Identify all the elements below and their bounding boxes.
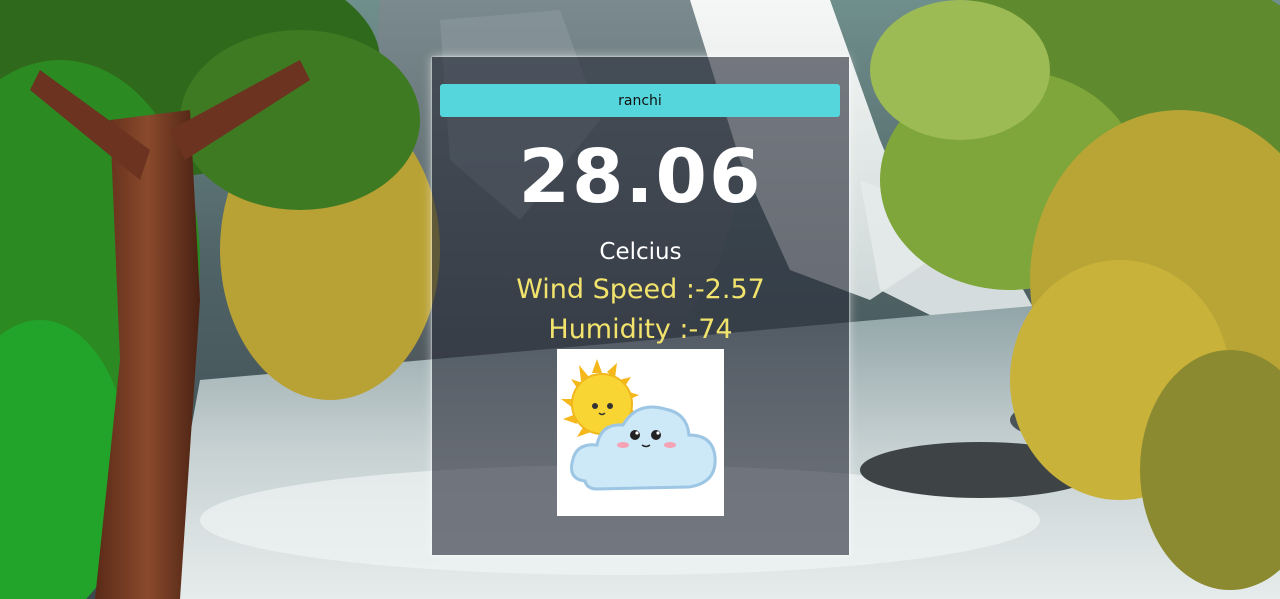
- temperature-value: 28.06: [518, 134, 763, 220]
- temperature-unit: Celcius: [599, 239, 682, 265]
- weather-card: 28.06 Celcius Wind Speed :-2.57 Humidity…: [432, 57, 849, 555]
- weather-page: 28.06 Celcius Wind Speed :-2.57 Humidity…: [0, 0, 1280, 599]
- city-search-input[interactable]: [440, 84, 840, 117]
- sun-cloud-icon: [557, 349, 724, 516]
- humidity-text: Humidity :-74: [548, 314, 733, 345]
- wind-speed-text: Wind Speed :-2.57: [516, 274, 765, 305]
